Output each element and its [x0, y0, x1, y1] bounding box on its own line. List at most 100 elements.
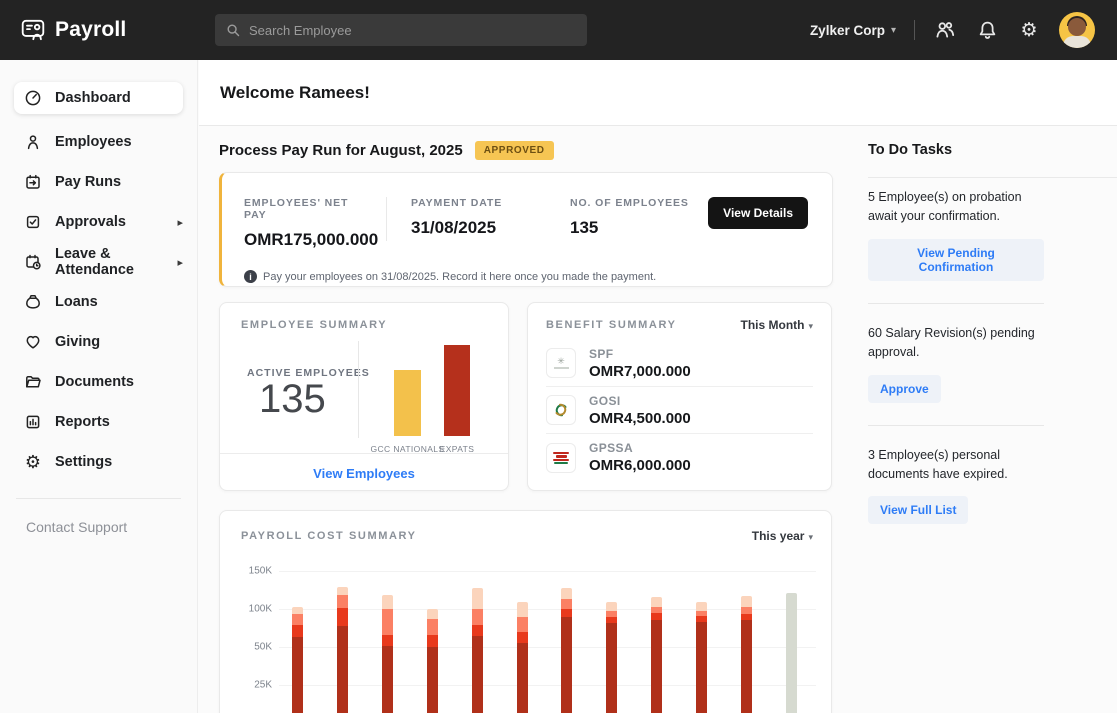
- benefit-name: GOSI: [589, 394, 691, 408]
- y-axis-label: 100K: [234, 604, 272, 615]
- cost-bar-projected: [786, 593, 797, 713]
- cost-bar-segment: [606, 602, 617, 610]
- user-avatar[interactable]: [1059, 12, 1095, 48]
- settings-gear-icon[interactable]: ⚙: [1017, 18, 1041, 42]
- sidebar-item-label: Pay Runs: [55, 174, 121, 190]
- cost-bar-segment: [517, 617, 528, 631]
- gpssa-logo: [546, 443, 576, 473]
- cost-bar-segment: [337, 626, 348, 713]
- chevron-down-icon: ▾: [808, 532, 813, 542]
- stat-label: EMPLOYEES' NET PAY: [244, 197, 362, 221]
- cost-bar-segment: [696, 602, 707, 610]
- search-icon: [225, 22, 241, 38]
- org-selector[interactable]: Zylker Corp ▾: [810, 23, 896, 38]
- cost-bar-segment: [382, 595, 393, 609]
- cost-bar-segment: [651, 613, 662, 620]
- sidebar-item-label: Leave & Attendance: [55, 246, 164, 278]
- employee-summary-title: EMPLOYEE SUMMARY: [241, 319, 387, 331]
- sidebar-item-label: Dashboard: [55, 90, 131, 106]
- cost-period-dropdown[interactable]: This year▾: [752, 529, 813, 543]
- dashboard-icon: [24, 89, 42, 107]
- view-employees-link[interactable]: View Employees: [313, 466, 415, 481]
- sidebar-item-label: Employees: [55, 134, 132, 150]
- sidebar-item-settings[interactable]: ⚙ Settings: [0, 442, 197, 482]
- cost-bar-segment: [741, 620, 752, 713]
- todo-task: 60 Salary Revision(s) pending approval. …: [868, 324, 1044, 403]
- payrun-title-row: Process Pay Run for August, 2025 APPROVE…: [219, 141, 554, 160]
- cost-bar-segment: [741, 607, 752, 613]
- cost-bar-segment: [606, 611, 617, 617]
- stat-net-pay: EMPLOYEES' NET PAY OMR175,000.000: [244, 197, 362, 250]
- y-axis-label: 25K: [234, 680, 272, 691]
- view-full-list-button[interactable]: View Full List: [868, 496, 968, 524]
- topbar-divider: [914, 20, 915, 40]
- stat-payment-date: PAYMENT DATE 31/08/2025: [411, 197, 546, 238]
- payrun-note: i Pay your employees on 31/08/2025. Reco…: [244, 270, 808, 283]
- app-name: Payroll: [55, 18, 126, 42]
- gear-icon: ⚙: [24, 453, 42, 471]
- sidebar-item-pay-runs[interactable]: Pay Runs: [0, 162, 197, 202]
- stat-separator: [386, 197, 387, 241]
- payroll-cost-chart: 150K100K50K25K: [220, 561, 833, 713]
- cost-bar-segment: [606, 623, 617, 713]
- page-title: Welcome Ramees!: [220, 83, 370, 103]
- sidebar-item-label: Approvals: [55, 214, 126, 230]
- sidebar-item-leave-attendance[interactable]: Leave & Attendance ▸: [0, 242, 197, 282]
- sidebar-item-giving[interactable]: Giving: [0, 322, 197, 362]
- money-bag-icon: [24, 293, 42, 311]
- todo-task: 5 Employee(s) on probation await your co…: [868, 188, 1044, 281]
- chevron-right-icon: ▸: [177, 216, 183, 229]
- sidebar-item-dashboard[interactable]: Dashboard: [14, 82, 183, 114]
- cost-bar-segment: [561, 599, 572, 609]
- payroll-cost-header: PAYROLL COST SUMMARY This year▾: [241, 529, 813, 543]
- calendar-clock-icon: [24, 253, 42, 271]
- sidebar-item-employees[interactable]: Employees: [0, 122, 197, 162]
- payrun-stats-row: EMPLOYEES' NET PAY OMR175,000.000 PAYMEN…: [244, 197, 808, 250]
- cost-bar-segment: [696, 611, 707, 616]
- contact-support-link[interactable]: Contact Support: [0, 499, 197, 535]
- employee-summary-card: EMPLOYEE SUMMARY ACTIVE EMPLOYEES 135 Vi…: [219, 302, 509, 491]
- topbar-right: Zylker Corp ▾ ⚙: [810, 0, 1117, 60]
- benefit-period-dropdown[interactable]: This Month▾: [740, 318, 813, 332]
- sidebar-item-label: Reports: [55, 414, 110, 430]
- sidebar-item-reports[interactable]: Reports: [0, 402, 197, 442]
- top-bar: Payroll Zylker Corp ▾: [0, 0, 1117, 60]
- org-name: Zylker Corp: [810, 23, 885, 38]
- cost-bar-segment: [337, 595, 348, 608]
- cost-bar-segment: [472, 625, 483, 636]
- sidebar-item-approvals[interactable]: Approvals ▸: [0, 202, 197, 242]
- employee-mini-bar: [444, 345, 470, 436]
- sidebar-item-loans[interactable]: Loans: [0, 282, 197, 322]
- search-input[interactable]: [249, 23, 577, 38]
- stat-value: 135: [570, 218, 689, 238]
- cost-bar-segment: [427, 647, 438, 713]
- task-text: 5 Employee(s) on probation await your co…: [868, 188, 1044, 227]
- benefit-row-gosi: GOSI OMR4,500.000: [546, 387, 813, 434]
- benefit-value: OMR6,000.000: [589, 457, 691, 474]
- cost-bar-segment: [561, 617, 572, 713]
- benefit-summary-card: BENEFIT SUMMARY This Month▾ ✳ SPF OMR7,0…: [527, 302, 832, 491]
- notifications-bell-icon[interactable]: [975, 18, 999, 42]
- benefit-value: OMR4,500.000: [589, 410, 691, 427]
- gridline: [279, 571, 816, 572]
- payrun-card: EMPLOYEES' NET PAY OMR175,000.000 PAYMEN…: [219, 172, 833, 287]
- cost-bar-segment: [472, 588, 483, 609]
- sidebar-item-label: Loans: [55, 294, 98, 310]
- task-divider: [868, 425, 1044, 426]
- cost-bar-segment: [337, 608, 348, 626]
- cost-bar-segment: [382, 646, 393, 713]
- checkbox-icon: [24, 213, 42, 231]
- view-pending-confirmation-button[interactable]: View Pending Confirmation: [868, 239, 1044, 281]
- view-details-button[interactable]: View Details: [708, 197, 808, 229]
- approve-button[interactable]: Approve: [868, 375, 941, 403]
- search-box[interactable]: [215, 14, 587, 46]
- cost-bar-segment: [292, 607, 303, 614]
- sidebar-item-documents[interactable]: Documents: [0, 362, 197, 402]
- users-icon[interactable]: [933, 18, 957, 42]
- payroll-logo-icon: [20, 17, 46, 43]
- benefit-value: OMR7,000.000: [589, 363, 691, 380]
- benefit-row-spf: ✳ SPF OMR7,000.000: [546, 340, 813, 387]
- task-text: 3 Employee(s) personal documents have ex…: [868, 446, 1044, 485]
- gridline: [279, 609, 816, 610]
- app-logo[interactable]: Payroll: [0, 17, 126, 43]
